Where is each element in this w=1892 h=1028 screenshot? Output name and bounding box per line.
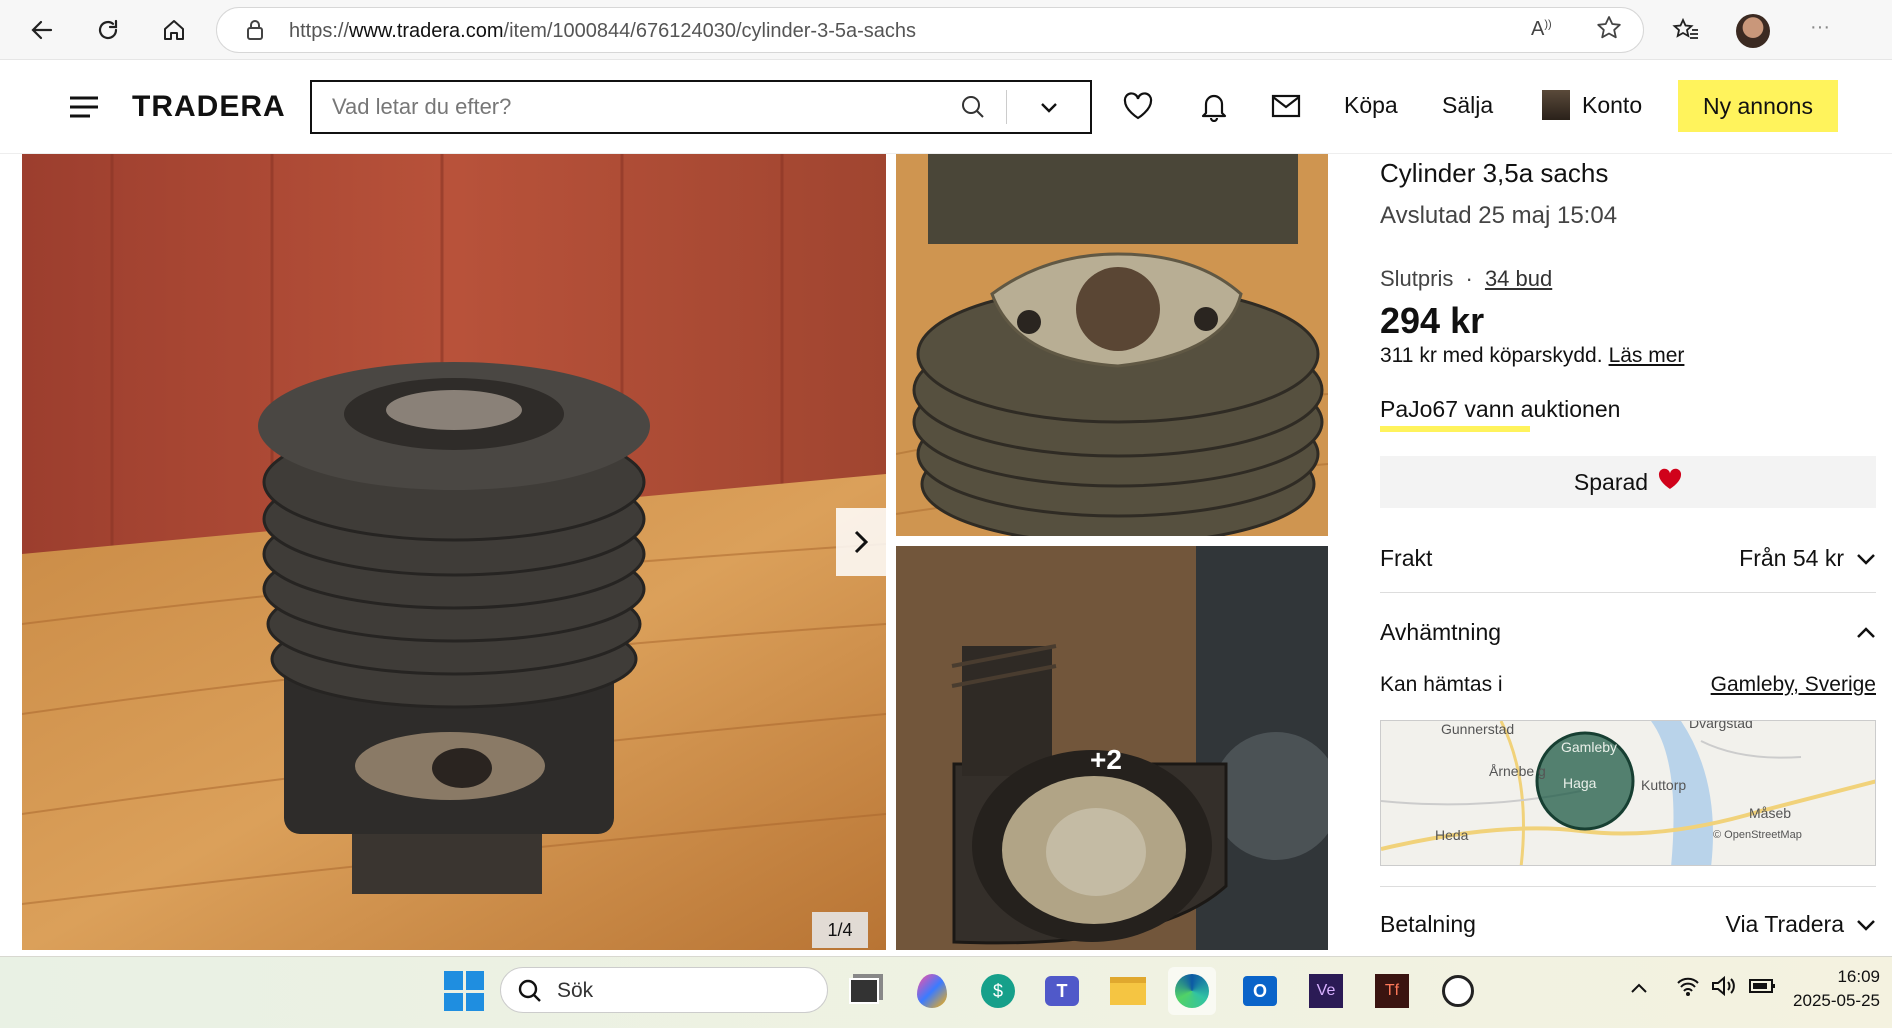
chevron-down-icon[interactable]: [1038, 96, 1060, 123]
money-app-icon[interactable]: $: [974, 967, 1022, 1015]
heart-icon[interactable]: [1118, 86, 1158, 126]
chevron-up-icon[interactable]: [1630, 981, 1648, 999]
back-icon[interactable]: [22, 10, 62, 50]
map-label: Kuttorp: [1641, 777, 1687, 793]
battery-icon[interactable]: [1748, 977, 1776, 1000]
final-price-label: Slutpris: [1380, 266, 1454, 291]
more-photos-badge[interactable]: +2: [1090, 744, 1122, 776]
browser-toolbar: https://www.tradera.com/item/1000844/676…: [0, 0, 1892, 60]
taskbar: Sök $ T O Ve Tf 16:09 2025-05-25: [0, 956, 1892, 1028]
menu-icon[interactable]: [68, 94, 100, 125]
favorites-bar-icon[interactable]: [1666, 10, 1706, 50]
paint-icon[interactable]: [908, 967, 956, 1015]
map-label: Årnebe g: [1489, 763, 1546, 779]
location-map[interactable]: Gunnerstad Dvärgstad Gamleby Årnebe g Ha…: [1380, 720, 1876, 866]
map-label: Haga: [1563, 775, 1597, 791]
thumbnail-2[interactable]: [896, 154, 1328, 536]
map-label: Gamleby: [1561, 739, 1618, 755]
tradera-logo[interactable]: TRADERA: [132, 90, 286, 124]
wifi-icon[interactable]: [1676, 975, 1700, 1002]
windows-start-icon[interactable]: [444, 971, 484, 1011]
map-label: Dvärgstad: [1689, 720, 1753, 731]
lock-icon: [245, 19, 265, 46]
winner-highlight: [1380, 426, 1530, 432]
shipping-value: Från 54 kr: [1739, 544, 1844, 571]
bids-link[interactable]: 34 bud: [1485, 266, 1552, 291]
final-price: 294 kr: [1380, 300, 1485, 341]
site-header: TRADERA Köpa Sälja Konto Ny annons: [0, 60, 1892, 154]
clock-time: 16:09: [1837, 967, 1880, 986]
refresh-icon[interactable]: [88, 10, 128, 50]
outlook-icon[interactable]: O: [1236, 967, 1284, 1015]
search-input[interactable]: [332, 82, 932, 132]
payment-label: Betalning: [1380, 910, 1476, 937]
profile-avatar[interactable]: [1736, 14, 1770, 48]
payment-value-group: Via Tradera: [1726, 911, 1876, 938]
item-title: Cylinder 3,5a sachs: [1380, 158, 1609, 188]
chevron-up-icon: [1856, 619, 1876, 646]
sell-link[interactable]: Sälja: [1442, 92, 1493, 119]
pickup-row[interactable]: Avhämtning: [1380, 610, 1876, 654]
chevron-down-icon: [1856, 911, 1876, 938]
main-photo[interactable]: [22, 154, 886, 950]
tf-app-icon[interactable]: Tf: [1368, 967, 1416, 1015]
mail-icon[interactable]: [1266, 86, 1306, 126]
bell-icon[interactable]: [1194, 86, 1234, 126]
shipping-label: Frakt: [1380, 544, 1433, 571]
payment-row[interactable]: Betalning Via Tradera: [1380, 902, 1876, 946]
saved-button[interactable]: Sparad: [1380, 456, 1876, 508]
shipping-row[interactable]: Frakt Från 54 kr: [1380, 536, 1876, 580]
final-price-row: Slutpris · 34 bud: [1380, 266, 1552, 292]
account-avatar[interactable]: [1542, 90, 1570, 120]
task-view-icon[interactable]: [840, 967, 888, 1015]
search-icon[interactable]: [960, 94, 986, 125]
map-label: Gunnerstad: [1441, 721, 1515, 737]
next-photo-button[interactable]: [836, 508, 886, 576]
pickup-label: Avhämtning: [1380, 618, 1502, 645]
address-bar[interactable]: https://www.tradera.com/item/1000844/676…: [216, 7, 1644, 53]
vegas-icon[interactable]: Ve: [1302, 967, 1350, 1015]
volume-icon[interactable]: [1710, 975, 1736, 1002]
search-icon: [517, 978, 543, 1009]
account-link[interactable]: Konto: [1582, 92, 1642, 119]
heart-filled-icon: [1658, 468, 1682, 496]
browser-more-icon[interactable]: ···: [1810, 16, 1830, 39]
url-text: https://www.tradera.com/item/1000844/676…: [289, 20, 917, 42]
clock-date: 2025-05-25: [1793, 991, 1880, 1010]
buy-link[interactable]: Köpa: [1344, 92, 1398, 119]
clock-app-icon[interactable]: [1434, 967, 1482, 1015]
pickup-location-link[interactable]: Gamleby, Sverige: [1711, 673, 1876, 697]
file-explorer-icon[interactable]: [1104, 967, 1152, 1015]
search-box: [310, 80, 1092, 134]
buyer-protection: 311 kr med köparskydd. Läs mer: [1380, 344, 1684, 368]
separator: ·: [1465, 266, 1473, 291]
new-listing-button[interactable]: Ny annons: [1678, 80, 1838, 132]
winner-text: PaJo67 vann auktionen: [1380, 396, 1621, 422]
auction-ended: Avslutad 25 maj 15:04: [1380, 202, 1618, 229]
taskbar-search-label: Sök: [557, 979, 594, 1002]
divider: [1380, 886, 1876, 887]
teams-icon[interactable]: T: [1038, 967, 1086, 1015]
divider: [1380, 592, 1876, 593]
chevron-down-icon: [1856, 545, 1876, 572]
home-icon[interactable]: [154, 10, 194, 50]
map-attribution: © OpenStreetMap: [1713, 829, 1802, 841]
system-clock[interactable]: 16:09 2025-05-25: [1790, 965, 1880, 1013]
map-label: Heda: [1435, 827, 1469, 843]
edge-icon[interactable]: [1168, 967, 1216, 1015]
read-aloud-icon[interactable]: A)): [1531, 18, 1552, 41]
buyer-protection-text: 311 kr med köparskydd.: [1380, 344, 1603, 367]
photo-counter: 1/4: [812, 912, 868, 948]
saved-label: Sparad: [1573, 468, 1649, 495]
favorite-star-icon[interactable]: [1595, 14, 1623, 47]
pickup-text: Kan hämtas i: [1380, 673, 1503, 696]
taskbar-search[interactable]: Sök: [500, 967, 828, 1013]
shipping-value-group: Från 54 kr: [1739, 545, 1876, 572]
pickup-location-row: Kan hämtas i Gamleby, Sverige: [1380, 666, 1876, 704]
search-divider: [1006, 90, 1007, 124]
read-more-link[interactable]: Läs mer: [1609, 344, 1685, 367]
map-label: Måseb: [1749, 805, 1792, 821]
payment-value: Via Tradera: [1725, 910, 1844, 937]
